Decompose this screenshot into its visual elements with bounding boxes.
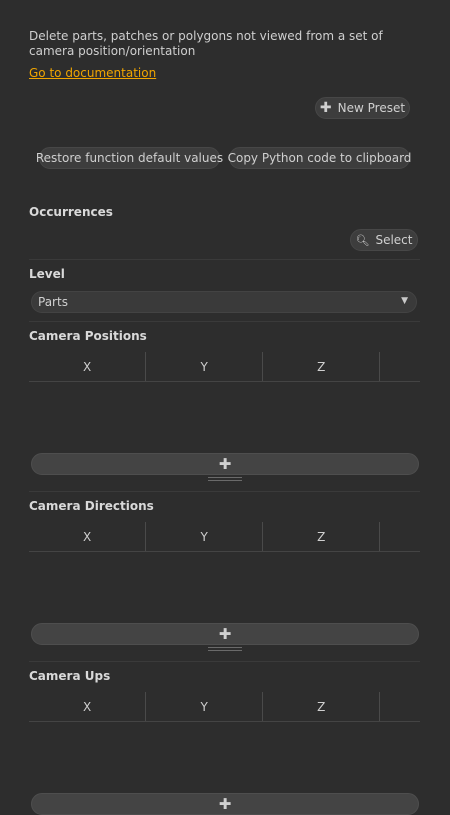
- documentation-link[interactable]: Go to documentation: [29, 66, 156, 80]
- plus-icon: ✚: [319, 100, 332, 116]
- resize-handle[interactable]: [208, 477, 242, 481]
- divider: [29, 259, 420, 260]
- column-header-empty: [380, 522, 420, 551]
- add-camera-position-button[interactable]: ✚: [31, 453, 419, 475]
- plus-icon: ✚: [218, 625, 232, 643]
- copy-python-button[interactable]: Copy Python code to clipboard: [227, 147, 412, 169]
- restore-defaults-label: Restore function default values: [35, 151, 224, 165]
- new-preset-button[interactable]: ✚ New Preset: [315, 97, 410, 119]
- column-header-z[interactable]: Z: [263, 522, 381, 551]
- column-header-empty: [380, 352, 420, 381]
- column-header-y[interactable]: Y: [146, 692, 264, 721]
- add-camera-direction-button[interactable]: ✚: [31, 623, 419, 645]
- camera-positions-title: Camera Positions: [29, 329, 147, 343]
- camera-directions-table-header: X Y Z: [29, 522, 420, 552]
- level-title: Level: [29, 267, 65, 281]
- column-header-y[interactable]: Y: [146, 352, 264, 381]
- select-occurrences-button[interactable]: 🔍︎ Select: [350, 229, 418, 251]
- plus-icon: ✚: [218, 455, 232, 473]
- camera-positions-table-header: X Y Z: [29, 352, 420, 382]
- add-camera-up-button[interactable]: ✚: [31, 793, 419, 815]
- column-header-x[interactable]: X: [29, 692, 147, 721]
- select-label: Select: [375, 233, 413, 247]
- column-header-empty: [380, 692, 420, 721]
- occurrences-title: Occurrences: [29, 205, 113, 219]
- camera-ups-title: Camera Ups: [29, 669, 111, 683]
- column-header-y[interactable]: Y: [146, 522, 264, 551]
- camera-directions-title: Camera Directions: [29, 499, 154, 513]
- resize-handle[interactable]: [208, 647, 242, 651]
- plus-icon: ✚: [218, 795, 232, 813]
- copy-python-label: Copy Python code to clipboard: [227, 151, 412, 165]
- divider: [29, 321, 420, 322]
- column-header-z[interactable]: Z: [263, 692, 381, 721]
- search-icon: 🔍︎: [355, 233, 370, 247]
- level-dropdown[interactable]: Parts ▼: [31, 291, 417, 313]
- divider: [29, 491, 420, 492]
- column-header-x[interactable]: X: [29, 522, 147, 551]
- camera-ups-table-header: X Y Z: [29, 692, 420, 722]
- level-selected-value: Parts: [38, 295, 68, 309]
- column-header-x[interactable]: X: [29, 352, 147, 381]
- column-header-z[interactable]: Z: [263, 352, 381, 381]
- divider: [29, 661, 420, 662]
- new-preset-label: New Preset: [337, 101, 406, 115]
- function-description: Delete parts, patches or polygons not vi…: [29, 29, 383, 58]
- chevron-down-icon: ▼: [401, 296, 408, 306]
- restore-defaults-button[interactable]: Restore function default values: [35, 147, 224, 169]
